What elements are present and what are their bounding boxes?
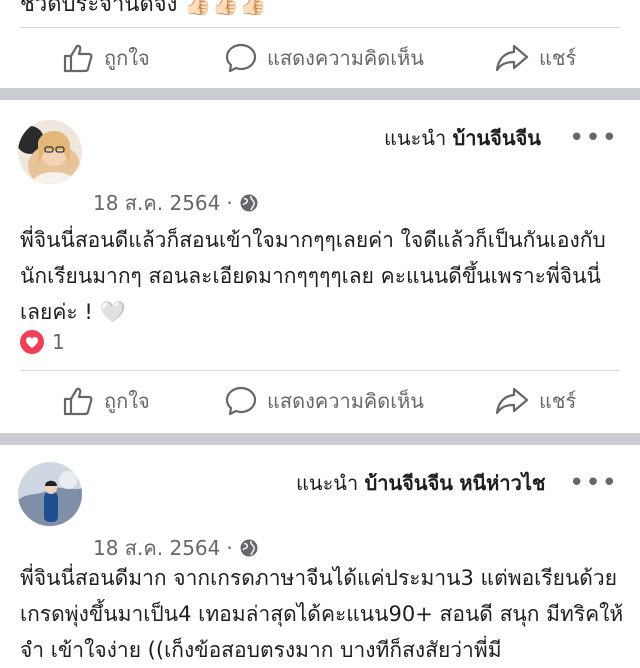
like-label: ถูกใจ <box>104 46 150 70</box>
comment-label: แสดงความคิดเห็น <box>267 389 424 413</box>
avatar[interactable] <box>18 462 82 526</box>
post-text: พี่จินนี่สอนดีมาก จากเกรดภาษาจีนได้แค่ปร… <box>20 566 624 662</box>
share-label: แชร์ <box>539 46 577 70</box>
share-arrow-icon <box>495 44 529 72</box>
feed-separator <box>0 88 640 100</box>
previous-post-text: ชวดับระจานดจัง 👍🏻👍🏻👍🏻 <box>20 0 267 21</box>
like-button[interactable]: ถูกใจ <box>62 371 150 431</box>
love-reaction-icon <box>20 330 44 354</box>
reaction-count: 1 <box>52 330 65 354</box>
action-bar: ถูกใจ แสดงความคิดเห็น แชร์ <box>20 27 620 88</box>
recommend-label: แนะนำ <box>384 126 447 150</box>
globe-icon <box>240 194 258 212</box>
recommendation-header: แนะนำ บ้านจีนจีน หนีห่าวไช <box>296 467 545 499</box>
thumbs-up-icon <box>63 44 93 73</box>
page-name-link[interactable]: บ้านจีนจีน <box>365 471 453 495</box>
reviewer-name[interactable]: หนีห่าวไช <box>459 471 545 495</box>
globe-icon <box>240 539 258 557</box>
like-label: ถูกใจ <box>104 389 150 413</box>
review-post: แนะนำ บ้านจีนจีน ••• 18 ส.ค. 2564 · พี่จ… <box>0 100 640 433</box>
avatar-photo-icon <box>18 462 82 526</box>
comment-label: แสดงความคิดเห็น <box>267 46 424 70</box>
thumbs-up-emojis: 👍🏻👍🏻👍🏻 <box>184 0 267 17</box>
more-options-icon[interactable]: ••• <box>569 125 618 151</box>
previous-post-partial-text: ชวดับระจานดจัง <box>20 0 178 17</box>
comment-button[interactable]: แสดงความคิดเห็น <box>225 28 424 88</box>
dot-separator: · <box>226 536 233 560</box>
comment-bubble-icon <box>225 43 257 73</box>
post-timestamp[interactable]: 18 ส.ค. 2564 · <box>93 187 259 219</box>
share-button[interactable]: แชร์ <box>495 28 576 88</box>
like-button[interactable]: ถูกใจ <box>62 28 150 88</box>
page-name-link[interactable]: บ้านจีนจีน <box>453 126 541 150</box>
recommend-label: แนะนำ <box>296 471 359 495</box>
avatar[interactable] <box>18 120 82 184</box>
recommendation-header: แนะนำ บ้านจีนจีน <box>384 122 541 154</box>
more-options-icon[interactable]: ••• <box>569 470 618 496</box>
comment-bubble-icon <box>225 386 257 416</box>
dot-separator: · <box>226 191 233 215</box>
thumbs-up-icon <box>63 387 93 416</box>
reaction-summary[interactable]: 1 <box>20 330 65 354</box>
feed-separator <box>0 433 640 445</box>
comment-button[interactable]: แสดงความคิดเห็น <box>225 371 424 431</box>
avatar-photo-icon <box>18 120 82 184</box>
review-post: แนะนำ บ้านจีนจีน หนีห่าวไช ••• 18 ส.ค. 2… <box>0 445 640 662</box>
previous-post: ชวดับระจานดจัง 👍🏻👍🏻👍🏻 ถูกใจ แสดงความคิดเ… <box>0 0 640 88</box>
action-bar: ถูกใจ แสดงความคิดเห็น แชร์ <box>20 370 620 431</box>
share-arrow-icon <box>495 387 529 415</box>
post-text: พี่จินนี่สอนดีแล้วก็สอนเข้าใจมากๆๆเลยค่า… <box>20 228 606 324</box>
share-label: แชร์ <box>539 389 577 413</box>
post-date: 18 ส.ค. 2564 <box>93 191 221 215</box>
share-button[interactable]: แชร์ <box>495 371 576 431</box>
